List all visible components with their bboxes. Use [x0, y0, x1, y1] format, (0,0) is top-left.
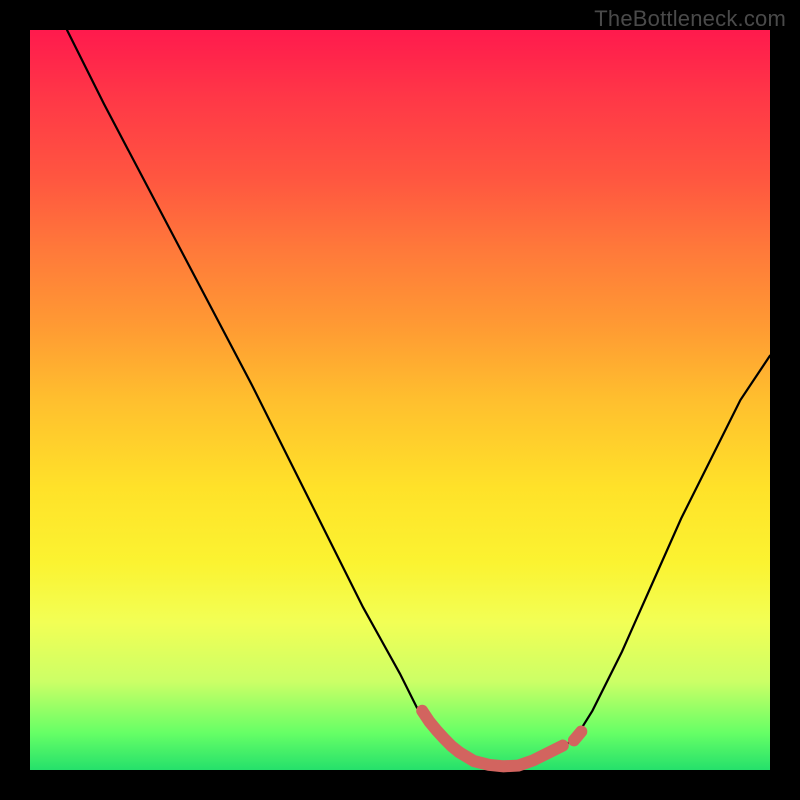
marker-band-right: [574, 732, 581, 741]
curve-right-branch: [574, 356, 770, 741]
marker-band-floor: [459, 746, 563, 767]
plot-area: [30, 30, 770, 770]
marker-band-left: [422, 711, 459, 752]
watermark-text: TheBottleneck.com: [594, 6, 786, 32]
curve-layer: [30, 30, 770, 770]
curve-left-branch: [67, 30, 444, 740]
chart-frame: TheBottleneck.com: [0, 0, 800, 800]
